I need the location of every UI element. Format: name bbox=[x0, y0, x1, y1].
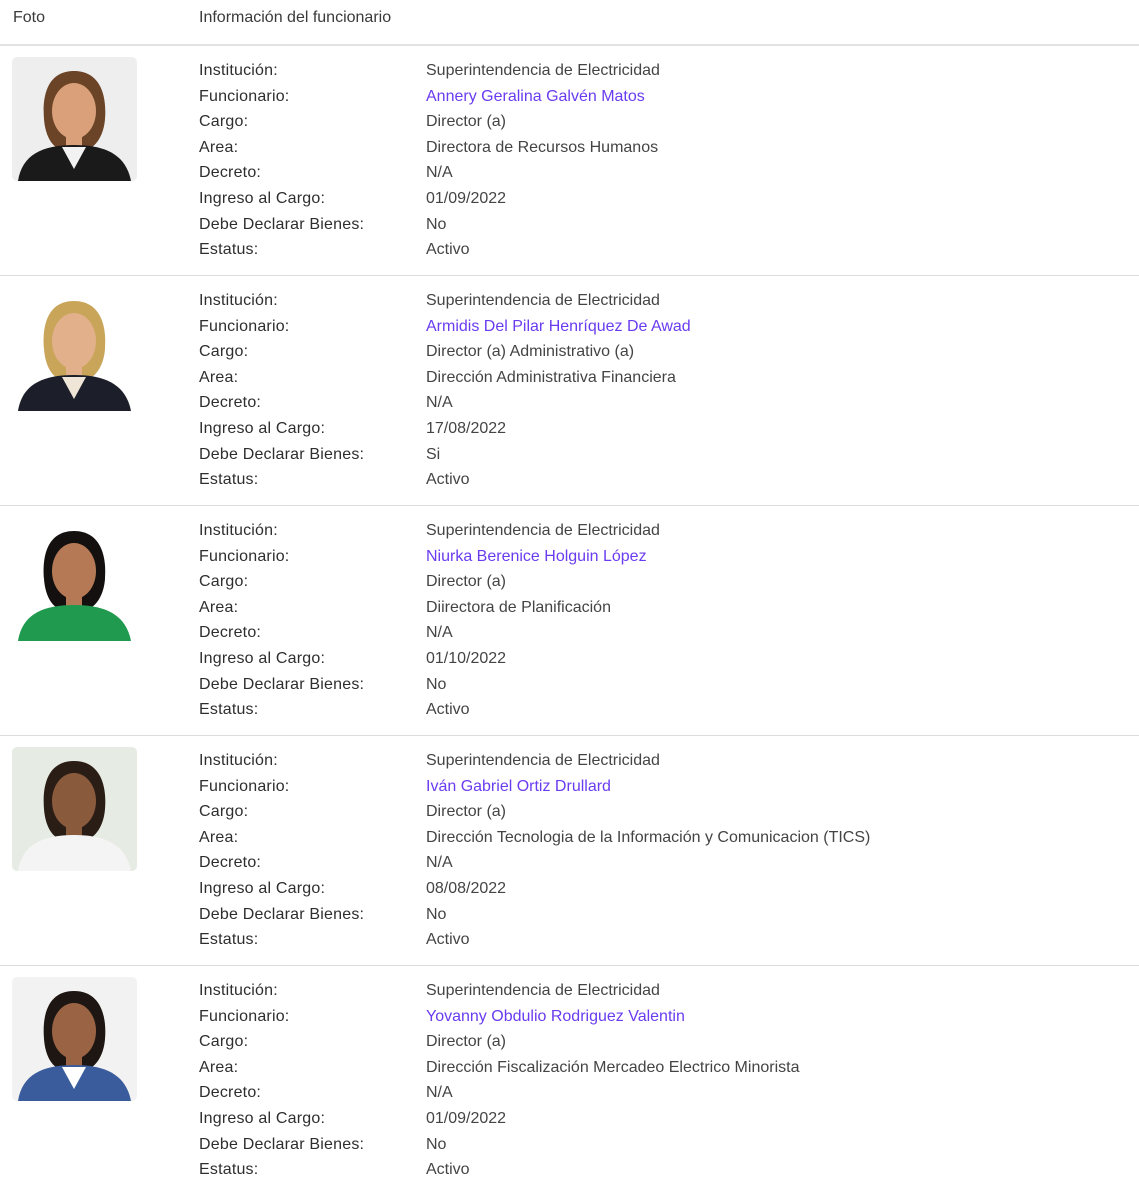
field-label-funcionario: Funcionario: bbox=[199, 87, 290, 105]
field-label-declarar: Debe Declarar Bienes: bbox=[199, 445, 365, 463]
field-label-area: Area: bbox=[199, 138, 239, 156]
field-label-area: Area: bbox=[199, 598, 239, 616]
field-label-estatus: Estatus: bbox=[199, 931, 259, 949]
field-value-declarar: No bbox=[426, 675, 447, 693]
field-label-cargo: Cargo: bbox=[199, 343, 249, 361]
field-label-decreto: Decreto: bbox=[199, 1084, 262, 1102]
field-label-ingreso: Ingreso al Cargo: bbox=[199, 189, 326, 207]
field-value-institucion: Superintendencia de Electricidad bbox=[426, 292, 660, 309]
field-label-funcionario: Funcionario: bbox=[199, 777, 290, 795]
field-label-declarar: Debe Declarar Bienes: bbox=[199, 1135, 365, 1153]
field-value-cargo: Director (a) bbox=[426, 573, 507, 591]
field-value-declarar: No bbox=[426, 215, 447, 233]
field-value-area: Dirección Administrativa Financiera bbox=[426, 368, 676, 386]
field-value-decreto: N/A bbox=[426, 1084, 453, 1102]
field-value-area: Directora de Recursos Humanos bbox=[426, 138, 659, 156]
field-value-ingreso: 01/09/2022 bbox=[426, 189, 507, 207]
field-label-estatus: Estatus: bbox=[199, 1161, 259, 1179]
field-label-ingreso: Ingreso al Cargo: bbox=[199, 419, 326, 437]
field-value-estatus: Activo bbox=[426, 701, 470, 719]
field-label-institucion: Institución: bbox=[199, 752, 278, 769]
field-value-estatus: Activo bbox=[426, 931, 470, 949]
field-value-cargo: Director (a) Administrativo (a) bbox=[426, 343, 635, 361]
field-label-estatus: Estatus: bbox=[199, 241, 259, 259]
field-value-institucion: Superintendencia de Electricidad bbox=[426, 62, 660, 79]
official-name-link[interactable]: Yovanny Obdulio Rodriguez Valentin bbox=[426, 1004, 685, 1030]
field-label-decreto: Decreto: bbox=[199, 164, 262, 182]
official-name-link[interactable]: Niurka Berenice Holguin López bbox=[426, 544, 647, 570]
table-header: Foto Información del funcionario bbox=[0, 0, 1139, 46]
field-label-declarar: Debe Declarar Bienes: bbox=[199, 905, 365, 923]
field-label-institucion: Institución: bbox=[199, 982, 278, 999]
field-value-ingreso: 01/10/2022 bbox=[426, 649, 507, 667]
field-label-institucion: Institución: bbox=[199, 292, 278, 309]
field-label-declarar: Debe Declarar Bienes: bbox=[199, 675, 365, 693]
official-photo bbox=[12, 517, 137, 641]
field-value-decreto: N/A bbox=[426, 394, 453, 412]
official-photo bbox=[12, 977, 137, 1101]
table-row: Institución: Superintendencia de Electric… bbox=[0, 46, 1139, 276]
column-header-info: Información del funcionario bbox=[199, 9, 392, 26]
field-label-institucion: Institución: bbox=[199, 62, 278, 79]
field-label-cargo: Cargo: bbox=[199, 573, 249, 591]
column-header-foto: Foto bbox=[13, 9, 46, 26]
field-label-area: Area: bbox=[199, 828, 239, 846]
field-value-estatus: Activo bbox=[426, 471, 470, 489]
field-label-cargo: Cargo: bbox=[199, 113, 249, 131]
field-value-area: Dirección Tecnologia de la Información y… bbox=[426, 828, 871, 846]
field-value-area: Dirección Fiscalización Mercadeo Electri… bbox=[426, 1058, 800, 1076]
field-value-institucion: Superintendencia de Electricidad bbox=[426, 982, 660, 999]
field-label-declarar: Debe Declarar Bienes: bbox=[199, 215, 365, 233]
field-label-funcionario: Funcionario: bbox=[199, 317, 290, 335]
table-row: Institución: Superintendencia de Electric… bbox=[0, 276, 1139, 506]
field-value-estatus: Activo bbox=[426, 241, 470, 259]
official-name-link[interactable]: Armidis Del Pilar Henríquez De Awad bbox=[426, 314, 691, 340]
field-value-declarar: No bbox=[426, 905, 447, 923]
field-label-cargo: Cargo: bbox=[199, 1033, 249, 1051]
field-label-cargo: Cargo: bbox=[199, 803, 249, 821]
field-value-area: Diirectora de Planificación bbox=[426, 598, 611, 616]
field-label-estatus: Estatus: bbox=[199, 701, 259, 719]
field-label-decreto: Decreto: bbox=[199, 854, 262, 872]
field-label-funcionario: Funcionario: bbox=[199, 547, 290, 565]
field-value-cargo: Director (a) bbox=[426, 803, 507, 821]
field-label-ingreso: Ingreso al Cargo: bbox=[199, 1109, 326, 1127]
field-label-ingreso: Ingreso al Cargo: bbox=[199, 649, 326, 667]
field-label-decreto: Decreto: bbox=[199, 394, 262, 412]
field-value-estatus: Activo bbox=[426, 1161, 470, 1179]
field-value-ingreso: 01/09/2022 bbox=[426, 1109, 507, 1127]
field-label-estatus: Estatus: bbox=[199, 471, 259, 489]
table-row: Institución: Superintendencia de Electric… bbox=[0, 966, 1139, 1195]
official-name-link[interactable]: Annery Geralina Galvén Matos bbox=[426, 84, 645, 110]
official-photo bbox=[12, 57, 137, 181]
field-value-cargo: Director (a) bbox=[426, 1033, 507, 1051]
official-photo bbox=[12, 287, 137, 411]
field-value-cargo: Director (a) bbox=[426, 113, 507, 131]
field-label-ingreso: Ingreso al Cargo: bbox=[199, 879, 326, 897]
field-value-ingreso: 17/08/2022 bbox=[426, 419, 507, 437]
field-label-funcionario: Funcionario: bbox=[199, 1007, 290, 1025]
field-label-area: Area: bbox=[199, 368, 239, 386]
field-label-area: Area: bbox=[199, 1058, 239, 1076]
field-label-decreto: Decreto: bbox=[199, 624, 262, 642]
official-name-link[interactable]: Iván Gabriel Ortiz Drullard bbox=[426, 774, 611, 800]
table-row: Institución: Superintendencia de Electric… bbox=[0, 736, 1139, 966]
field-value-decreto: N/A bbox=[426, 624, 453, 642]
field-value-institucion: Superintendencia de Electricidad bbox=[426, 522, 660, 539]
field-value-declarar: No bbox=[426, 1135, 447, 1153]
field-value-institucion: Superintendencia de Electricidad bbox=[426, 752, 660, 769]
official-photo bbox=[12, 747, 137, 871]
field-value-decreto: N/A bbox=[426, 164, 453, 182]
table-row: Institución: Superintendencia de Electric… bbox=[0, 506, 1139, 736]
field-value-ingreso: 08/08/2022 bbox=[426, 879, 507, 897]
field-label-institucion: Institución: bbox=[199, 522, 278, 539]
field-value-declarar: Si bbox=[426, 445, 441, 463]
field-value-decreto: N/A bbox=[426, 854, 453, 872]
officials-list: Institución: Superintendencia de Electric… bbox=[0, 46, 1139, 1195]
